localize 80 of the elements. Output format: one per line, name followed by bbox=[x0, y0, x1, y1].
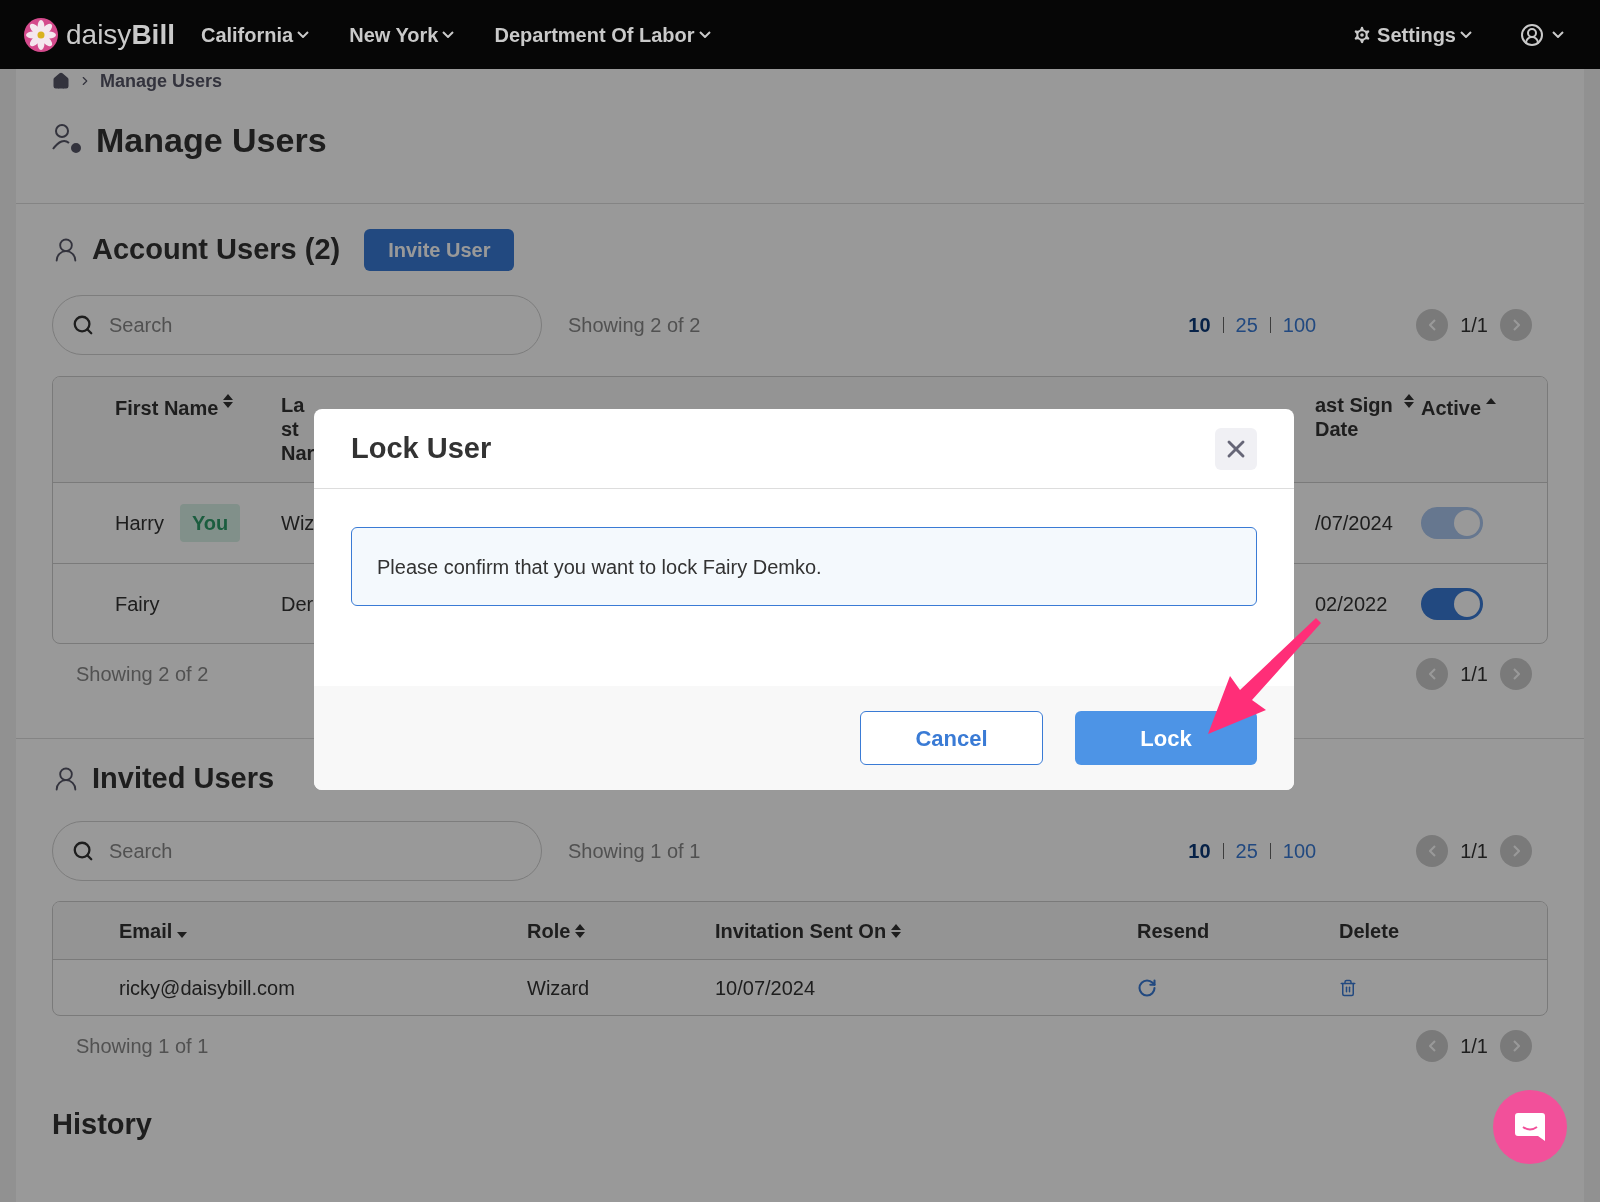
page-size-link[interactable]: 25 bbox=[1235, 310, 1258, 340]
nav-menu[interactable]: California bbox=[200, 19, 310, 50]
settings-menu[interactable]: Settings bbox=[1351, 19, 1472, 50]
table-cell-text: Wizard bbox=[527, 975, 591, 1001]
user-avatar-icon bbox=[1520, 22, 1544, 47]
showing-count: Showing 2 of 2 bbox=[76, 662, 209, 687]
nav-menu[interactable]: Department Of Labor bbox=[494, 19, 711, 50]
daisy-logo-icon[interactable] bbox=[24, 17, 58, 52]
sort-icon[interactable] bbox=[890, 922, 903, 939]
column-header[interactable]: Active bbox=[1421, 393, 1482, 423]
page-size-link[interactable]: 100 bbox=[1282, 310, 1317, 340]
page-title: Manage Users bbox=[96, 120, 327, 160]
section-title: Account Users (2) bbox=[92, 232, 341, 268]
showing-count: Showing 1 of 1 bbox=[76, 1034, 209, 1059]
close-button[interactable] bbox=[1215, 427, 1257, 470]
active-toggle[interactable] bbox=[1421, 587, 1483, 620]
sort-down-icon[interactable] bbox=[176, 930, 189, 939]
sort-icon[interactable] bbox=[574, 922, 587, 939]
chevron-down-icon bbox=[442, 31, 455, 38]
column-header[interactable]: Resend bbox=[1137, 915, 1210, 946]
table-cell-text: 02/2022 bbox=[1315, 591, 1389, 617]
chat-icon bbox=[1513, 1110, 1547, 1144]
search-field[interactable]: Search bbox=[52, 821, 542, 881]
sort-icon[interactable] bbox=[222, 393, 235, 409]
table-cell-text: Fairy bbox=[115, 591, 160, 617]
page-size-link[interactable]: 25 bbox=[1235, 836, 1258, 866]
table-cell-text: 10/07/2024 bbox=[715, 975, 817, 1001]
table-cell-text: Wiz bbox=[281, 511, 315, 536]
chevron-left-icon bbox=[1428, 1040, 1436, 1052]
column-header[interactable]: Email bbox=[119, 915, 173, 946]
chevron-left-icon bbox=[1428, 845, 1436, 857]
column-header[interactable]: Delete bbox=[1339, 915, 1400, 946]
invite-user-button[interactable]: Invite User bbox=[364, 229, 515, 271]
sort-up-icon[interactable] bbox=[1485, 397, 1498, 405]
page-indicator: 1/1 bbox=[1460, 662, 1488, 687]
table-cell-text: Der bbox=[281, 591, 315, 617]
column-header[interactable]: First Name bbox=[115, 393, 219, 423]
resend-icon[interactable] bbox=[1137, 977, 1157, 998]
chevron-down-icon bbox=[297, 31, 310, 38]
column-header[interactable]: ast Sign Date bbox=[1315, 393, 1399, 441]
page-size-link[interactable]: 10 bbox=[1188, 310, 1211, 340]
table-cell-text: ricky@daisybill.com bbox=[119, 975, 296, 1001]
chevron-right-icon bbox=[1512, 1040, 1520, 1052]
delete-icon[interactable] bbox=[1339, 978, 1357, 997]
page-size-link[interactable]: 10 bbox=[1188, 836, 1211, 866]
table-cell-text: /07/2024 bbox=[1315, 511, 1394, 536]
home-icon[interactable] bbox=[52, 72, 70, 90]
confirmation-message: Please confirm that you want to lock Fairy Demko. bbox=[351, 527, 1257, 606]
section-title: Invited Users bbox=[92, 761, 275, 797]
chevron-left-icon bbox=[1428, 668, 1436, 680]
nav-menu[interactable]: New York bbox=[349, 19, 455, 50]
dialog-title: Lock User bbox=[351, 430, 492, 466]
chevron-right-icon bbox=[1512, 845, 1520, 857]
showing-count: Showing 2 of 2 bbox=[568, 313, 701, 338]
search-icon bbox=[72, 840, 94, 862]
lock-button[interactable]: Lock bbox=[1075, 711, 1257, 765]
breadcrumb-current[interactable]: Manage Users bbox=[100, 67, 223, 95]
page-indicator: 1/1 bbox=[1460, 1034, 1488, 1059]
page-indicator: 1/1 bbox=[1460, 839, 1488, 864]
section-title: History bbox=[52, 1107, 152, 1142]
showing-count: Showing 1 of 1 bbox=[568, 839, 701, 864]
table-cell-text: Harry bbox=[115, 511, 164, 536]
account-menu[interactable] bbox=[1520, 22, 1564, 47]
search-icon bbox=[72, 314, 94, 336]
chevron-down-icon bbox=[1460, 31, 1472, 38]
column-header[interactable]: Role bbox=[527, 915, 571, 946]
chevron-right-icon bbox=[1512, 668, 1520, 680]
cancel-button[interactable]: Cancel bbox=[860, 711, 1043, 765]
brand-name[interactable]: daisyBill bbox=[66, 13, 175, 56]
search-field[interactable]: Search bbox=[52, 295, 542, 355]
chevron-down-icon bbox=[1552, 31, 1564, 38]
chevron-right-icon bbox=[1512, 319, 1520, 331]
chevron-left-icon bbox=[1428, 319, 1436, 331]
sort-icon[interactable] bbox=[1403, 393, 1415, 409]
column-header[interactable]: Invitation Sent On bbox=[715, 915, 887, 946]
you-badge: You bbox=[179, 504, 241, 542]
column-header[interactable]: Last Nar bbox=[281, 393, 315, 465]
chevron-down-icon bbox=[698, 31, 711, 38]
page-size-link[interactable]: 100 bbox=[1282, 836, 1317, 866]
page-indicator: 1/1 bbox=[1460, 313, 1488, 338]
